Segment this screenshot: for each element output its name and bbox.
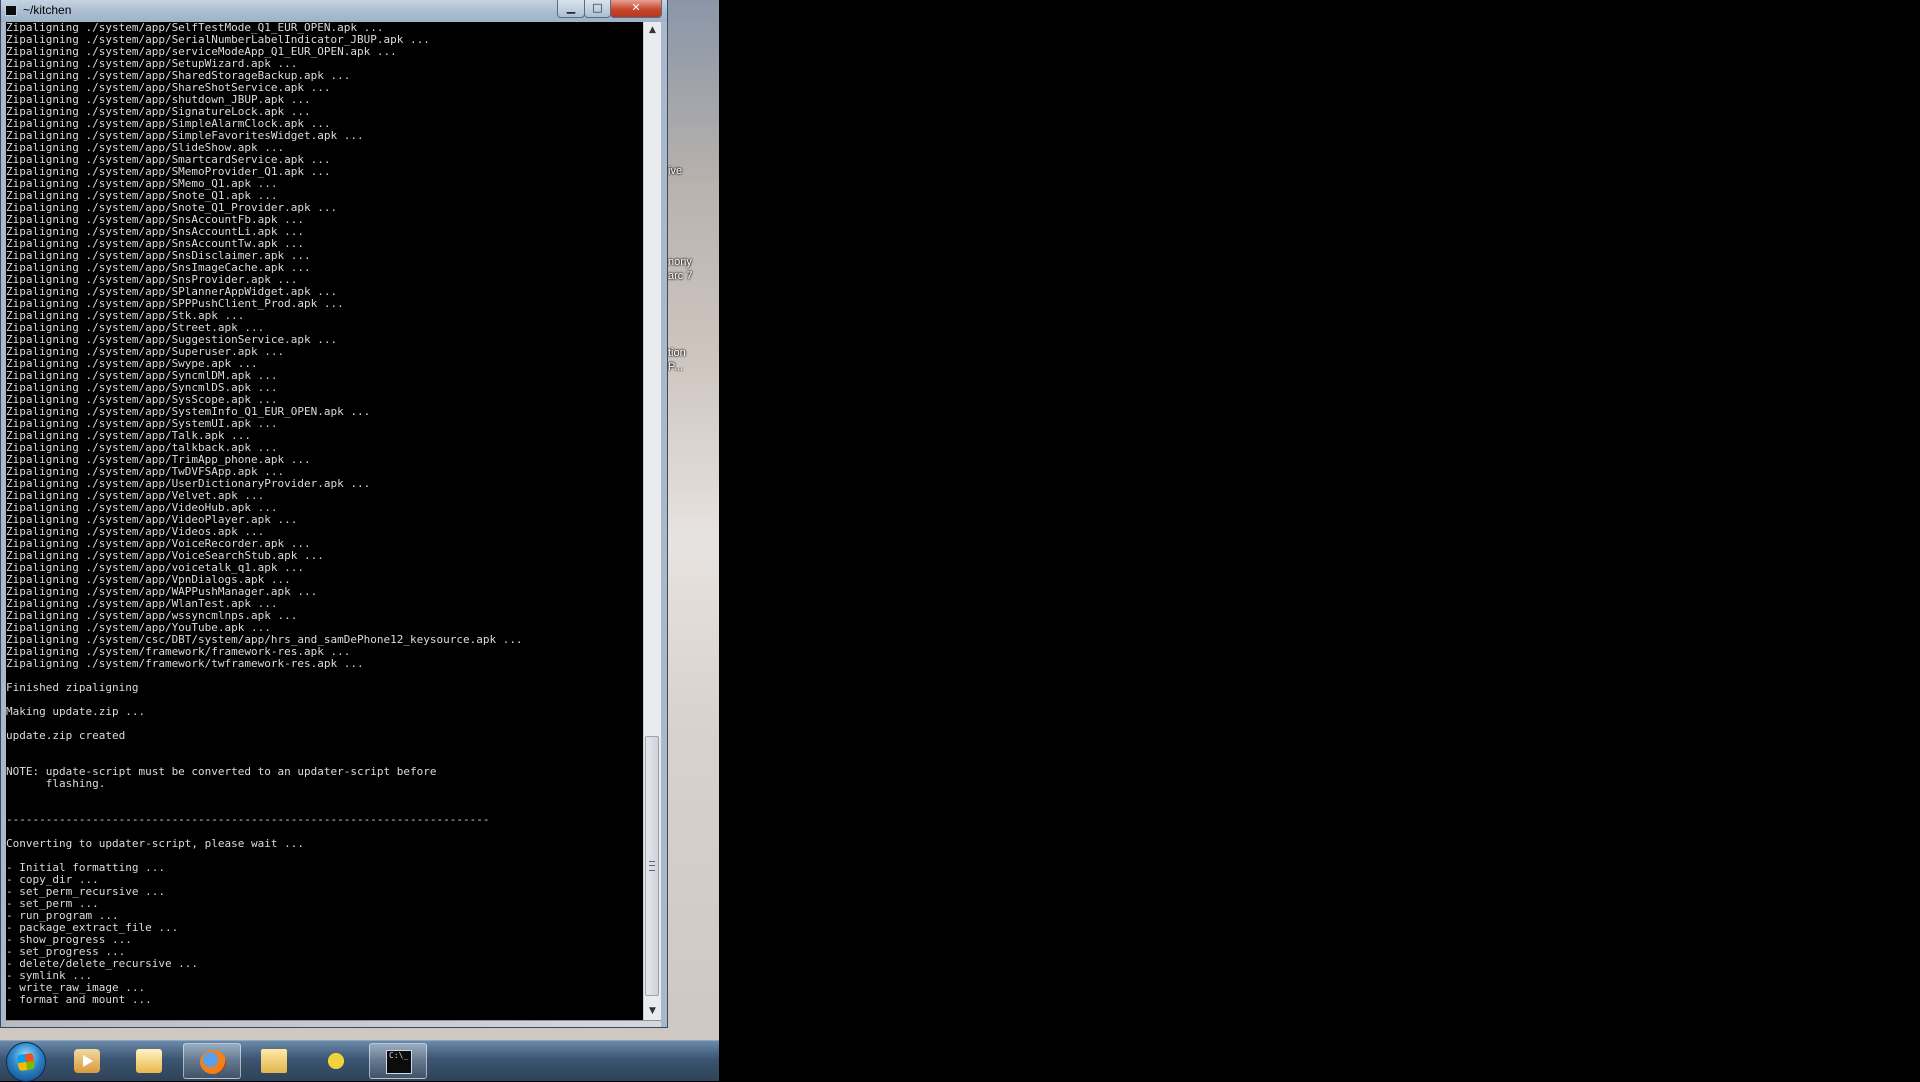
firefox-icon — [200, 1050, 226, 1074]
taskbar-item-mail[interactable] — [120, 1043, 178, 1079]
taskbar-item-media-player[interactable] — [58, 1043, 116, 1079]
taskbar-item-file-explorer[interactable] — [245, 1043, 303, 1079]
taskbar-item-command-prompt[interactable]: C:\_ — [369, 1043, 427, 1079]
biohazard-icon — [323, 1049, 349, 1073]
minimize-button[interactable]: ▁ — [557, 0, 585, 18]
taskbar: C:\_ — [0, 1040, 719, 1082]
console-line: flashing. — [6, 777, 106, 790]
scrollbar-thumb[interactable] — [645, 736, 659, 996]
console-line: Finished zipaligning — [6, 681, 139, 694]
maximize-button[interactable]: □ — [584, 0, 611, 18]
desktop-icon-label[interactable]: nony — [668, 255, 718, 269]
desktop-icon-label[interactable]: ive — [668, 164, 718, 178]
console-line: Zipaligning ./system/framework/twframewo… — [6, 657, 364, 670]
console-line: Making update.zip ... — [6, 705, 146, 718]
console-output[interactable]: Zipaligning ./system/app/SelfTestMode_Q1… — [6, 22, 643, 1020]
desktop-icon-label[interactable]: tion — [668, 346, 718, 360]
window-titlebar[interactable]: ~/kitchen ▁ □ ✕ — [1, 0, 667, 22]
console-line: ----------------------------------------… — [6, 813, 490, 826]
mail-icon — [136, 1049, 162, 1073]
console-line: - format and mount ... — [6, 993, 152, 1006]
console-window[interactable]: ~/kitchen ▁ □ ✕ Zipaligning ./system/app… — [0, 0, 668, 1028]
console-line: update.zip created — [6, 729, 126, 742]
scroll-up-arrow-icon[interactable]: ▲ — [644, 22, 661, 39]
desktop-icon-label[interactable]: P... — [668, 360, 718, 374]
start-button-icon[interactable] — [6, 1042, 46, 1082]
file-explorer-icon — [261, 1049, 287, 1073]
console-line: Converting to updater-script, please wai… — [6, 837, 305, 850]
scroll-grip-icon — [649, 861, 655, 871]
desktop-icon-label[interactable]: arc 7 — [668, 269, 718, 283]
scroll-down-arrow-icon[interactable]: ▼ — [644, 1003, 661, 1020]
command-prompt-icon: C:\_ — [386, 1050, 412, 1074]
console-app-icon — [5, 5, 17, 16]
taskbar-item-biohazard-app[interactable] — [307, 1043, 365, 1079]
window-title: ~/kitchen — [23, 3, 72, 17]
taskbar-item-firefox[interactable] — [183, 1043, 241, 1079]
media-player-icon — [74, 1049, 100, 1073]
close-button[interactable]: ✕ — [610, 0, 662, 18]
windows-logo-icon — [16, 1052, 36, 1072]
horizontal-scrollbar[interactable] — [6, 1020, 661, 1027]
vertical-scrollbar[interactable]: ▲ ▼ — [643, 22, 661, 1020]
